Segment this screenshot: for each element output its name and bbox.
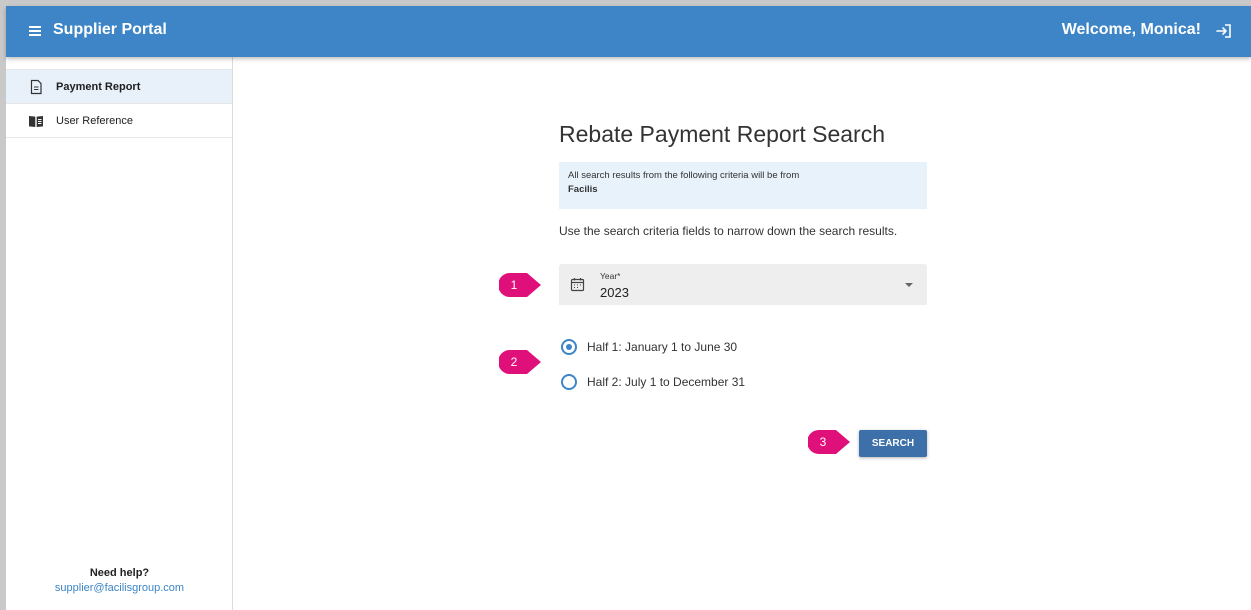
callout-marker-2: 2 [499,349,543,375]
callout-marker-1: 1 [499,272,543,298]
sidebar-item-user-reference[interactable]: User Reference [6,104,232,138]
welcome-text: Welcome, Monica! [1061,21,1201,38]
sidebar-item-label: Payment Report [56,81,141,93]
radio-selected-icon[interactable] [561,339,577,355]
page-title: Rebate Payment Report Search [559,121,886,147]
callout-number: 1 [510,278,518,292]
logout-icon[interactable] [1213,20,1235,42]
radio-label: Half 2: July 1 to December 31 [587,375,746,389]
search-button[interactable]: SEARCH [859,430,927,457]
info-organization: Facilis [568,184,598,195]
info-box: All search results from the following cr… [559,162,927,209]
help-email-link[interactable]: supplier@facilisgroup.com [6,582,233,594]
app-title: Supplier Portal [53,21,167,38]
document-icon [30,79,42,95]
hamburger-menu-icon[interactable] [26,20,48,42]
sidebar: Payment Report User Reference Need help?… [6,57,233,610]
help-title: Need help? [89,567,150,579]
app-bar: Supplier Portal Welcome, Monica! [6,6,1251,57]
callout-number: 3 [819,435,827,449]
book-icon [29,116,43,127]
chevron-down-icon[interactable] [905,283,913,287]
year-value: 2023 [600,285,629,300]
help-section: Need help? supplier@facilisgroup.com [6,567,233,594]
sidebar-item-label: User Reference [56,115,134,127]
radio-unselected-icon[interactable] [561,374,577,390]
radio-label: Half 1: January 1 to June 30 [587,340,738,354]
year-select[interactable]: Year* 2023 [559,264,927,305]
callout-number: 2 [510,355,518,369]
callout-marker-3: 3 [808,429,852,455]
sidebar-item-payment-report[interactable]: Payment Report [6,70,232,104]
hint-text: Use the search criteria fields to narrow… [559,224,898,238]
calendar-icon [570,278,585,292]
year-label: Year* [600,271,621,281]
info-text: All search results from the following cr… [568,170,800,181]
